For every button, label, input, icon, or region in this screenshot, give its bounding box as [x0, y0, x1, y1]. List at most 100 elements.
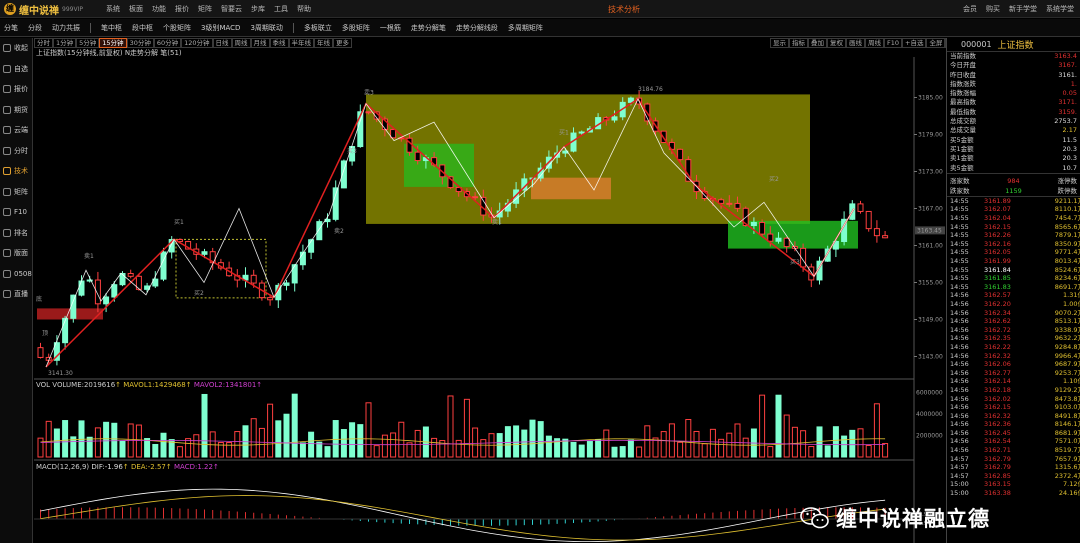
chart-tool-button[interactable]: F10 [884, 38, 903, 48]
volume-bar [480, 439, 487, 458]
tick-list[interactable]: 14:553161.899211.1万14:553162.078110.1万14… [947, 197, 1080, 498]
period-tab[interactable]: 年线 [314, 38, 334, 48]
tick-price: 3162.15 [984, 403, 1011, 412]
period-tab[interactable]: 60分钟 [153, 38, 182, 48]
toolbar-item[interactable]: 分笔 [4, 23, 18, 33]
quote-value: 0.05 [1062, 89, 1077, 98]
toolbar-item[interactable]: 段中枢 [132, 23, 153, 33]
menu-item[interactable]: 帮助 [297, 4, 311, 14]
sidebar-item[interactable]: 报价 [0, 79, 32, 100]
chart-tool-button[interactable]: 复权 [827, 38, 846, 48]
sidebar-item[interactable]: 技术 [0, 161, 32, 182]
tick-time: 14:56 [950, 351, 969, 360]
tick-price: 3162.34 [984, 308, 1011, 317]
window-button[interactable]: 系统学堂 [1046, 4, 1074, 14]
tick-time: 14:56 [950, 428, 969, 437]
toolbar-item[interactable]: 多板联立 [304, 23, 332, 33]
period-tab[interactable]: 分时 [34, 38, 53, 48]
candle [882, 230, 889, 239]
tick-volume: 7657.9万 [1054, 454, 1080, 463]
volume-bar [767, 446, 774, 458]
chart-tool-button[interactable]: 显示 [770, 38, 789, 48]
macd-value: MACD:1.22 [174, 463, 213, 471]
toolbar-item[interactable]: 个股矩阵 [163, 23, 191, 33]
volume-bar [94, 427, 101, 458]
quote-row: 卖1金额 20.3 [947, 154, 1080, 163]
last-price-label: 3163.45 [917, 227, 942, 234]
period-tab[interactable]: 半年线 [288, 38, 315, 48]
toolbar-item[interactable]: 走势分解线段 [456, 23, 498, 33]
sidebar-item-label: 期货 [14, 105, 28, 114]
menu-item[interactable]: 智要云 [221, 4, 242, 14]
volume-bar [201, 393, 208, 458]
sidebar-item[interactable]: 排名 [0, 223, 32, 244]
volume-bar [693, 430, 700, 458]
menu-item[interactable]: 板面 [129, 4, 143, 14]
sidebar-item[interactable]: 0508 [0, 264, 32, 285]
tick-price: 3162.35 [984, 334, 1011, 343]
toolbar-item[interactable]: 分段 [28, 23, 42, 33]
chart-tool-button[interactable]: 指标 [789, 38, 808, 48]
toolbar-item[interactable]: 3级别MACD [201, 23, 240, 33]
period-tab[interactable]: 5分钟 [76, 38, 100, 48]
candle [144, 282, 151, 293]
volume-bar [37, 437, 44, 458]
window-button[interactable]: 新手学堂 [1009, 4, 1037, 14]
tick-price: 3161.85 [984, 274, 1011, 283]
menu-item[interactable]: 步库 [251, 4, 265, 14]
menu-item[interactable]: 报价 [175, 4, 189, 14]
tick-volume: 7571.0万 [1054, 437, 1080, 446]
volume-name: VOL VOLUME:2019616 [36, 381, 116, 389]
period-tab[interactable]: 日线 [212, 38, 232, 48]
toolbar-item[interactable]: 多股矩阵 [342, 23, 370, 33]
toolbar-item[interactable]: 3周期联动 [250, 23, 282, 33]
sidebar-item[interactable]: 自选 [0, 59, 32, 80]
window-button[interactable]: 购买 [986, 4, 1000, 14]
period-tab[interactable]: 周线 [231, 38, 251, 48]
sidebar-item[interactable]: 分时 [0, 141, 32, 162]
app-logo[interactable]: 缠 缠中说禅 999VIP [4, 2, 83, 17]
period-tab[interactable]: 月线 [250, 38, 270, 48]
chart-tool-button[interactable]: 叠加 [808, 38, 827, 48]
period-tab[interactable]: 更多 [333, 38, 353, 48]
volume-bar [521, 429, 528, 458]
toolbar-item[interactable]: 一根筋 [380, 23, 401, 33]
quote-row: 总成交额 2753.7 [947, 117, 1080, 126]
menu-item[interactable]: 工具 [274, 4, 288, 14]
period-tab[interactable]: 30分钟 [126, 38, 154, 48]
sidebar-item[interactable]: 矩阵 [0, 182, 32, 203]
period-tab[interactable]: 季线 [269, 38, 289, 48]
sidebar-item[interactable]: 云端 [0, 120, 32, 141]
toolbar-item[interactable]: 笔中枢 [101, 23, 122, 33]
chart-tool-button[interactable]: +自选 [902, 38, 927, 48]
window-button[interactable]: 会员 [963, 4, 977, 14]
period-tab[interactable]: 120分钟 [181, 38, 213, 48]
period-tab[interactable]: 15分钟 [99, 38, 127, 48]
menu-item[interactable]: 系统 [106, 4, 120, 14]
period-tab[interactable]: 1分钟 [53, 38, 77, 48]
sidebar-item[interactable]: F10 [0, 202, 32, 223]
chart-tool-button[interactable]: 画线 [846, 38, 865, 48]
sidebar-item[interactable]: 版面 [0, 243, 32, 264]
tick-time: 15:00 [950, 480, 969, 489]
candle [160, 247, 167, 282]
tick-row: 14:56 3162.32 8491.8万 [947, 412, 1080, 421]
tick-time: 14:56 [950, 291, 969, 300]
sidebar-item[interactable]: 收起 [0, 38, 32, 59]
menu-item[interactable]: 功能 [152, 4, 166, 14]
watermark: 缠中说禅融立德 [800, 503, 990, 533]
candle [70, 294, 77, 323]
tick-volume: 9687.9万 [1054, 360, 1080, 369]
sidebar-item[interactable]: 期货 [0, 100, 32, 121]
volume-bar [742, 437, 749, 458]
chart-tool-button[interactable]: 周线 [865, 38, 884, 48]
chart-tool-button[interactable]: 全屏 [926, 38, 946, 48]
sidebar-item[interactable]: 直播 [0, 284, 32, 305]
menu-item[interactable]: 矩阵 [198, 4, 212, 14]
toolbar-item[interactable]: 走势分解笔 [411, 23, 446, 33]
tick-time: 14:57 [950, 471, 969, 480]
toolbar-item[interactable]: 动力共振 [52, 23, 80, 33]
stock-name: 上证指数 [997, 41, 1034, 51]
toolbar-item[interactable]: 多周期矩阵 [508, 23, 543, 33]
quote-value: 20.3 [1062, 154, 1077, 163]
